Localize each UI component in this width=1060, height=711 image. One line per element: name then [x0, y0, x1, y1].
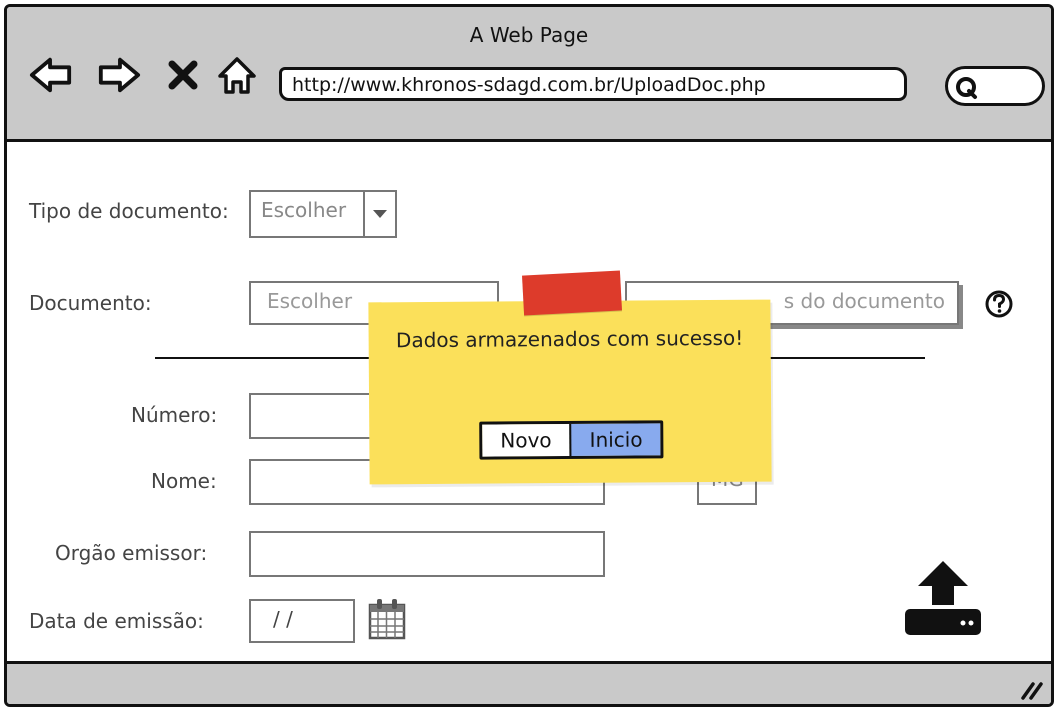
nome-label: Nome:: [151, 469, 217, 493]
search-icon: [956, 77, 977, 99]
tipo-documento-select[interactable]: Escolher: [249, 190, 397, 238]
home-button[interactable]: [215, 53, 259, 97]
back-arrow-icon: [29, 57, 72, 93]
forward-button[interactable]: [97, 53, 141, 97]
success-message: Dados armazenados com sucesso!: [395, 325, 744, 353]
tipo-documento-label: Tipo de documento:: [29, 199, 229, 223]
close-icon: [168, 60, 198, 90]
novo-button[interactable]: Novo: [482, 424, 570, 457]
data-emissao-value: / /: [273, 607, 293, 631]
dialog-button-group: Novo Inicio: [479, 420, 664, 460]
forward-arrow-icon: [98, 57, 141, 93]
tipo-documento-value: Escolher: [261, 198, 347, 222]
back-button[interactable]: [29, 53, 73, 97]
success-dialog: Dados armazenados com sucesso! Novo Inic…: [368, 299, 772, 485]
inicio-button[interactable]: Inicio: [569, 423, 661, 457]
browser-window: A Web Page http://www.khronos-sdagd.com.…: [4, 4, 1054, 707]
numero-label: Número:: [131, 403, 218, 427]
data-emissao-input[interactable]: / /: [249, 599, 355, 643]
calendar-icon[interactable]: [367, 597, 407, 641]
search-field[interactable]: [945, 66, 1045, 106]
help-icon[interactable]: [982, 287, 1016, 321]
status-bar: [7, 661, 1051, 704]
orgao-emissor-label: Orgão emissor:: [55, 541, 208, 565]
documento-label: Documento:: [29, 291, 152, 315]
home-icon: [218, 57, 256, 94]
address-bar[interactable]: http://www.khronos-sdagd.com.br/UploadDo…: [279, 67, 907, 101]
upload-icon[interactable]: [901, 555, 985, 639]
data-emissao-label: Data de emissão:: [29, 609, 204, 633]
stop-button[interactable]: [161, 53, 205, 97]
orgao-emissor-input[interactable]: [249, 531, 605, 577]
chevron-down-icon: [363, 192, 395, 236]
window-title: A Web Page: [469, 23, 589, 47]
note-tape: [522, 270, 622, 316]
browser-toolbar: A Web Page http://www.khronos-sdagd.com.…: [7, 7, 1051, 142]
extrair-dados-label: s do documento: [783, 289, 945, 313]
resize-grip-icon[interactable]: [1019, 680, 1045, 700]
documento-placeholder: Escolher: [267, 289, 353, 313]
